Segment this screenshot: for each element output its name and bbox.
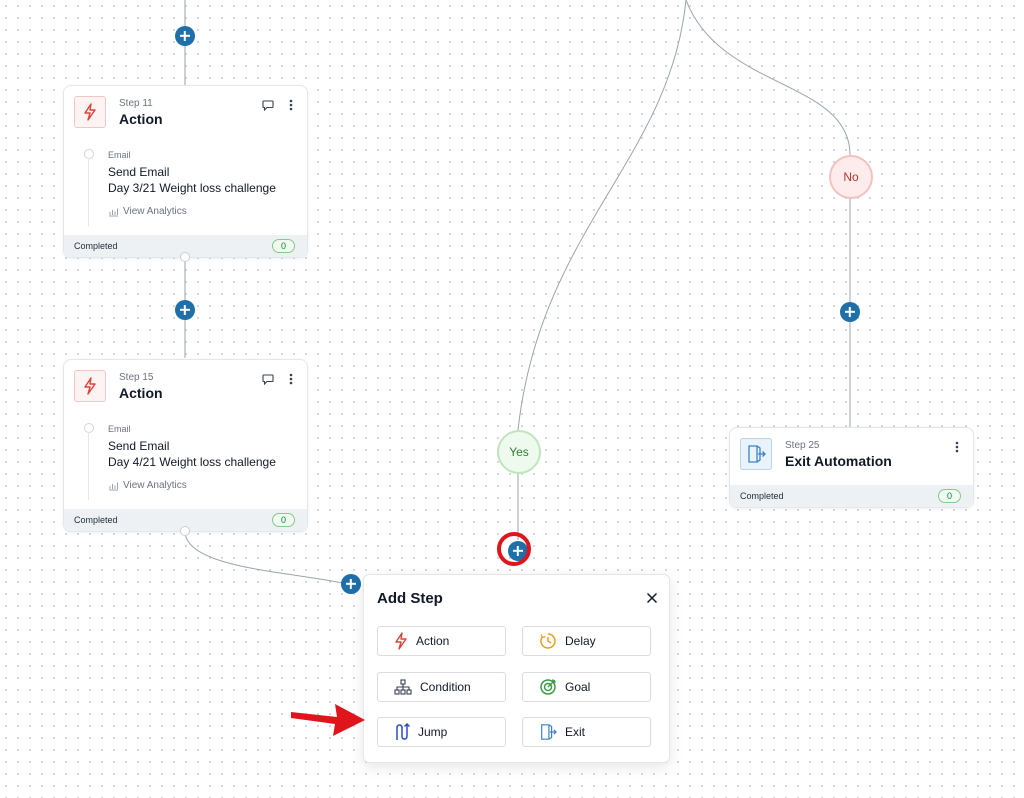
- sub-step-detail: Day 3/21 Weight loss challenge: [108, 181, 276, 195]
- status-badge: 0: [271, 513, 295, 527]
- exit-door-icon: [541, 724, 557, 740]
- option-label: Exit: [565, 725, 586, 739]
- branch-yes-node[interactable]: Yes: [497, 430, 541, 474]
- highlight-ring: [497, 532, 531, 566]
- option-label: Jump: [418, 725, 448, 739]
- step-card-15[interactable]: Step 15 Action Email Send Email Day 4/21…: [63, 359, 308, 532]
- add-step-plus-top[interactable]: [175, 26, 195, 46]
- step-card-25[interactable]: Step 25 Exit Automation Completed 0: [729, 427, 974, 508]
- lightning-icon: [74, 96, 106, 128]
- card-output-dot[interactable]: [180, 526, 190, 536]
- hierarchy-icon: [394, 679, 412, 695]
- close-icon[interactable]: [646, 591, 658, 609]
- sub-step-title: Send Email: [108, 439, 170, 453]
- view-analytics-link[interactable]: View Analytics: [108, 480, 187, 491]
- lightning-icon: [74, 370, 106, 402]
- option-label: Delay: [565, 634, 596, 648]
- kebab-icon[interactable]: [289, 98, 293, 116]
- step-type: Action: [119, 385, 163, 401]
- view-analytics-link[interactable]: View Analytics: [108, 206, 187, 217]
- status-label: Completed: [74, 515, 118, 525]
- tree-line: [88, 432, 89, 500]
- sub-step-title: Send Email: [108, 165, 170, 179]
- option-action-button[interactable]: Action: [377, 626, 506, 656]
- step-type: Exit Automation: [785, 453, 892, 469]
- sub-step-type: Email: [108, 150, 131, 160]
- card-output-dot[interactable]: [180, 252, 190, 262]
- step-number: Step 11: [119, 98, 153, 109]
- kebab-icon[interactable]: [289, 372, 293, 390]
- view-analytics-label: View Analytics: [123, 206, 187, 217]
- option-goal-button[interactable]: Goal: [522, 672, 651, 702]
- target-icon: [540, 679, 556, 695]
- option-condition-button[interactable]: Condition: [377, 672, 506, 702]
- clock-icon: [540, 633, 556, 649]
- add-step-plus-no-branch[interactable]: [840, 302, 860, 322]
- exit-door-icon: [740, 438, 772, 470]
- view-analytics-label: View Analytics: [123, 480, 187, 491]
- pointer-arrow: [291, 704, 365, 736]
- comment-icon[interactable]: [262, 372, 274, 390]
- option-jump-button[interactable]: Jump: [377, 717, 506, 747]
- status-badge: 0: [271, 239, 295, 253]
- tree-dot: [84, 423, 94, 433]
- option-exit-button[interactable]: Exit: [522, 717, 651, 747]
- option-delay-button[interactable]: Delay: [522, 626, 651, 656]
- option-label: Condition: [420, 680, 471, 694]
- option-label: Goal: [565, 680, 591, 694]
- add-step-plus-connector[interactable]: [341, 574, 361, 594]
- branch-no-label: No: [843, 170, 859, 184]
- comment-icon[interactable]: [262, 98, 274, 116]
- analytics-icon: [109, 208, 118, 216]
- card-footer: Completed 0: [730, 485, 973, 507]
- branch-yes-label: Yes: [509, 445, 529, 459]
- tree-line: [88, 158, 89, 226]
- step-card-11[interactable]: Step 11 Action Email Send Email Day 3/21…: [63, 85, 308, 258]
- step-number: Step 15: [119, 372, 154, 383]
- lightning-icon: [395, 632, 407, 650]
- sub-step-type: Email: [108, 424, 131, 434]
- option-label: Action: [416, 634, 450, 648]
- step-number: Step 25: [785, 440, 820, 451]
- jump-icon: [396, 723, 410, 740]
- tree-dot: [84, 149, 94, 159]
- kebab-icon[interactable]: [955, 440, 959, 458]
- status-badge: 0: [937, 489, 961, 503]
- add-step-popup: Add Step Action Delay Condition Goal Jum…: [363, 574, 670, 763]
- sub-step-detail: Day 4/21 Weight loss challenge: [108, 455, 276, 469]
- step-type: Action: [119, 111, 163, 127]
- add-step-plus-middle[interactable]: [175, 300, 195, 320]
- status-label: Completed: [74, 241, 118, 251]
- popup-title: Add Step: [377, 590, 443, 607]
- analytics-icon: [109, 482, 118, 490]
- status-label: Completed: [740, 491, 784, 501]
- branch-no-node[interactable]: No: [829, 155, 873, 199]
